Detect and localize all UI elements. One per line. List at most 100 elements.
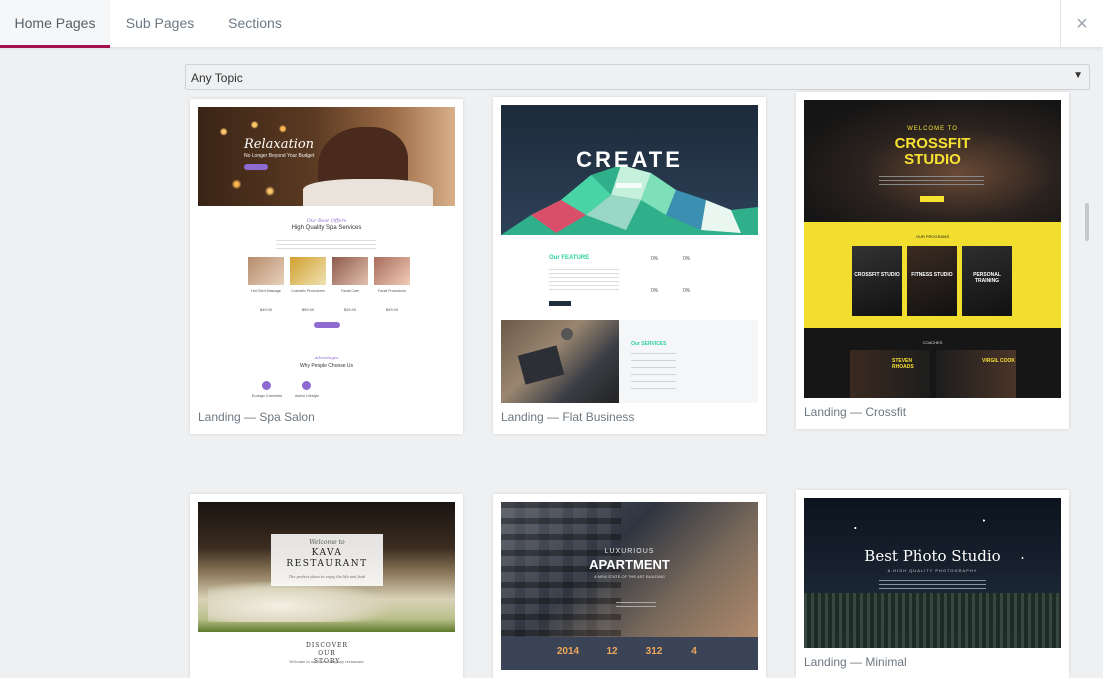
crossfit-coach-1: STEVEN RHOADS (892, 358, 914, 370)
crossfit-program-label-2: FITNESS STUDIO (911, 272, 953, 278)
spa-feature-icon-1 (262, 381, 271, 390)
apartment-stat-1: 2014 (556, 646, 580, 657)
flat-services-lines (631, 353, 676, 395)
template-preview-crossfit: WELCOME TO CROSSFIT STUDIO OUR PROGRAMS … (804, 100, 1061, 398)
flat-feature-button (549, 301, 571, 306)
spa-service-price-1: $49.00 (259, 307, 273, 312)
template-card-apartment[interactable]: LUXURIOUS APARTMENT A NEW STATE OF THE A… (493, 494, 766, 678)
minimal-forest (804, 593, 1061, 648)
topic-select[interactable]: Any Topic ▼ (185, 64, 1090, 90)
minimal-title: Best Photo Studio (864, 547, 1001, 565)
spa-service-price-2: $59.00 (301, 307, 315, 312)
kava-title: KAVA RESTAURANT (286, 548, 368, 569)
spa-feature-2: Author Lifestyle (294, 394, 320, 398)
spa-service-img-3 (332, 257, 368, 285)
crossfit-programs-label: OUR PROGRAMS (915, 234, 950, 239)
crossfit-program-label-3: PERSONAL TRAINING (973, 272, 1001, 284)
template-preview-minimal: Best Photo Studio A HIGH QUALITY PHOTOGR… (804, 498, 1061, 648)
spa-feature-icon-2 (302, 381, 311, 390)
crossfit-kicker: WELCOME TO (907, 126, 958, 132)
kava-welcome: Welcome to (309, 539, 345, 546)
apartment-stats-bar: 2014 12 312 4 (501, 637, 758, 670)
minimal-subtitle: A HIGH QUALITY PHOTOGRAPHY (887, 568, 978, 573)
apartment-text-lines (616, 602, 656, 610)
template-caption: Landing — Crossfit (804, 405, 907, 419)
spa-towel-shape (303, 179, 433, 206)
spa-service-img-1 (248, 257, 284, 285)
spa-section-kicker: Our Best Offers (306, 218, 347, 224)
template-preview-kava: Welcome to KAVA RESTAURANT The perfect p… (198, 502, 455, 678)
spa-service-name-2: Cosmetic Procedures (291, 289, 325, 293)
apartment-subtitle: A NEW STATE OF THE ART BUILDING (594, 574, 665, 579)
kava-story-subtitle: Welcome to our Kava company restaurant (289, 660, 364, 664)
crossfit-hero-lines (879, 176, 984, 188)
apartment-stat-2: 12 (606, 646, 618, 657)
template-card-minimal[interactable]: Best Photo Studio A HIGH QUALITY PHOTOGR… (796, 490, 1069, 678)
kava-hero: Welcome to KAVA RESTAURANT The perfect p… (198, 502, 455, 632)
template-preview-spa: Relaxation No Longer Beyond Your Budget … (198, 107, 455, 405)
flat-feature-title: Our FEATURE (549, 255, 590, 261)
spa-text-lines (276, 240, 376, 250)
spa-hero: Relaxation No Longer Beyond Your Budget (198, 107, 455, 206)
template-caption: Landing — Minimal (804, 655, 907, 669)
template-preview-apartment: LUXURIOUS APARTMENT A NEW STATE OF THE A… (501, 502, 758, 670)
crossfit-coaches: COACHES STEVEN RHOADS VIRGIL COOK (804, 328, 1061, 398)
crossfit-coaches-label: COACHES (922, 340, 943, 345)
flat-cup-shape (561, 328, 573, 340)
chevron-down-icon: ▼ (1073, 70, 1083, 81)
spa-service-name-1: Hot Oiled Massage (251, 289, 281, 293)
spa-hero-subtitle: No Longer Beyond Your Budget (244, 153, 315, 159)
flat-stat-2: 0% (683, 256, 691, 262)
spa-more-button (314, 322, 340, 328)
spa-section-title: High Quality Spa Services (291, 225, 362, 231)
tab-sub-pages[interactable]: Sub Pages (112, 0, 208, 48)
tab-home-pages[interactable]: Home Pages (0, 0, 110, 48)
spa-service-price-4: $49.00 (385, 307, 399, 312)
kava-food-shape (208, 582, 388, 622)
flat-hero-title: CREATE (576, 147, 683, 172)
apartment-building: LUXURIOUS APARTMENT A NEW STATE OF THE A… (501, 502, 758, 637)
tab-sections[interactable]: Sections (212, 0, 298, 48)
crossfit-programs: OUR PROGRAMS CROSSFIT STUDIO FITNESS STU… (804, 222, 1061, 328)
apartment-kicker: LUXURIOUS (604, 548, 655, 555)
spa-why-kicker: Advantages (314, 355, 339, 360)
spa-service-price-3: $39.00 (343, 307, 357, 312)
template-card-kava-restaurant[interactable]: Welcome to KAVA RESTAURANT The perfect p… (190, 494, 463, 678)
template-caption: Landing — Flat Business (501, 410, 635, 424)
apartment-title: APARTMENT (589, 557, 670, 572)
crossfit-coach-2: VIRGIL COOK (982, 358, 1015, 364)
spa-hero-button (244, 164, 268, 170)
minimal-text-lines (879, 580, 986, 590)
crossfit-program-1 (852, 246, 902, 316)
flat-hero: CREATE (501, 105, 758, 235)
apartment-stat-4: 4 (691, 646, 697, 657)
flat-stat-4: 0% (683, 288, 691, 294)
spa-service-name-3: Facial Care (341, 289, 359, 293)
template-preview-flat: CREATE Our FEATURE 0% 0% 0% 0% Our SERVI… (501, 105, 758, 403)
template-card-flat-business[interactable]: CREATE Our FEATURE 0% 0% 0% 0% Our SERVI… (493, 97, 766, 434)
close-icon: × (1076, 13, 1088, 35)
flat-desk-photo (501, 320, 619, 403)
flat-stat-1: 0% (651, 256, 659, 262)
topic-select-value: Any Topic (191, 71, 243, 85)
crossfit-hero-button (920, 196, 944, 202)
crossfit-program-2 (907, 246, 957, 316)
spa-why-title: Why People Choose Us (299, 363, 354, 369)
flat-hero-button (616, 183, 642, 188)
flat-stat-3: 0% (651, 288, 659, 294)
close-button[interactable]: × (1060, 0, 1103, 48)
spa-hero-title: Relaxation (244, 137, 315, 152)
scrollbar-thumb[interactable] (1085, 203, 1089, 241)
spa-feature-1: Ecologic Cosmetics (251, 394, 283, 398)
kava-tagline: The perfect place to enjoy the life and … (288, 575, 366, 579)
crossfit-program-label-1: CROSSFIT STUDIO (854, 272, 900, 278)
template-caption: Landing — Spa Salon (198, 410, 315, 424)
apartment-stat-3: 312 (645, 646, 663, 657)
flat-services-title: Our SERVICES (631, 341, 667, 347)
spa-service-name-4: Facial Procedures (377, 289, 407, 293)
spa-service-img-4 (374, 257, 410, 285)
flat-feature-lines (549, 269, 619, 291)
template-card-crossfit[interactable]: WELCOME TO CROSSFIT STUDIO OUR PROGRAMS … (796, 92, 1069, 429)
flat-notebook-shape (517, 345, 565, 385)
template-card-spa-salon[interactable]: Relaxation No Longer Beyond Your Budget … (190, 99, 463, 434)
